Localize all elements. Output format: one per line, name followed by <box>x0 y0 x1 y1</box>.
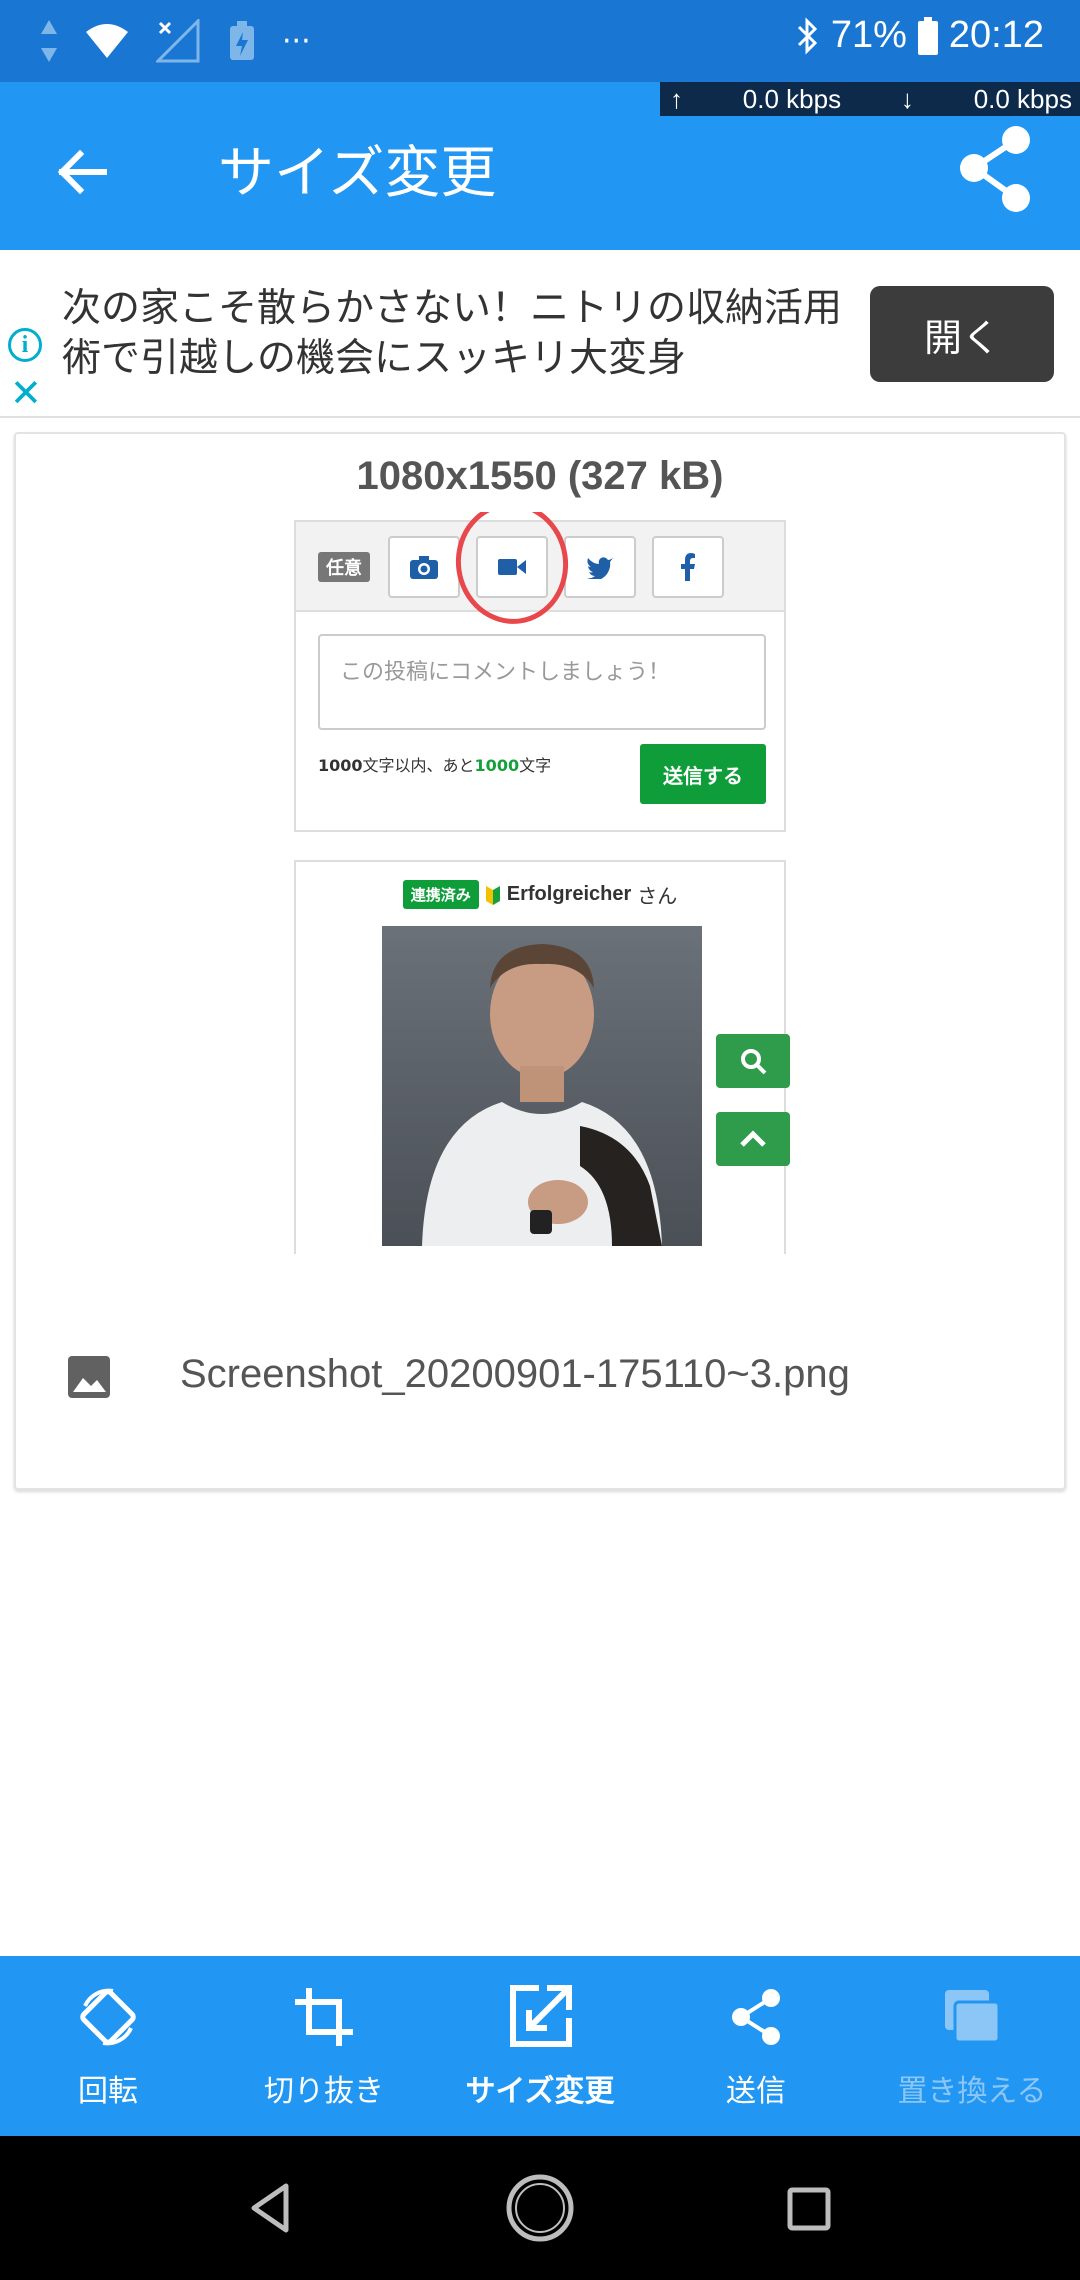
portrait-illustration <box>422 944 662 1246</box>
preview-facebook-button <box>652 536 724 598</box>
share-button[interactable] <box>950 118 1040 218</box>
nav-recents-icon[interactable] <box>786 2186 832 2232</box>
replace-icon <box>945 1990 1001 2044</box>
back-button[interactable] <box>44 132 124 212</box>
battery-percent: 71% <box>830 14 907 56</box>
chevron-up-icon <box>740 1130 766 1147</box>
upload-arrow-icon: ↑ <box>670 83 683 114</box>
resize-label: サイズ変更 <box>465 2074 615 2109</box>
data-transfer-icon <box>41 20 57 62</box>
preview-camera-button <box>388 536 460 598</box>
preview-send-button: 送信する <box>640 744 766 804</box>
clock: 20:12 <box>948 14 1044 56</box>
crop-label: 切り抜き <box>264 2074 384 2109</box>
preview-profile-photo <box>382 926 702 1246</box>
download-speed: 0.0 kbps <box>973 83 1072 114</box>
twitter-icon <box>587 557 613 579</box>
preview-toolbar: 任意 <box>296 512 784 632</box>
rotate-icon <box>80 1988 136 2046</box>
camera-icon <box>410 556 438 579</box>
nav-back-icon[interactable] <box>246 2182 296 2234</box>
preview-user-line: 連携済み Erfolgreicher さん <box>296 880 784 909</box>
preview-char-suffix: 文字 <box>519 756 552 775</box>
image-preview: 任意 この投稿にコメントしましょう！ 1000文字以内、あと1000文字 送信す… <box>290 512 790 1254</box>
ad-info-icon[interactable]: i <box>8 328 42 362</box>
preview-user-suffix: さん <box>637 886 678 908</box>
beginner-mark-icon <box>485 885 500 905</box>
preview-char-mid: 文字以内、あと <box>362 756 475 775</box>
preview-optional-tag: 任意 <box>318 552 370 582</box>
preview-char-limit: 1000 <box>318 756 363 775</box>
image-file-icon <box>68 1356 110 1398</box>
nav-home-icon[interactable] <box>504 2172 576 2244</box>
battery-icon <box>917 16 938 55</box>
crop-button[interactable]: 切り抜き <box>216 1956 432 2136</box>
preview-comment-box: 任意 この投稿にコメントしましょう！ 1000文字以内、あと1000文字 送信す… <box>294 512 786 832</box>
file-row: Screenshot_20200901-175110~3.png <box>14 1340 1066 1440</box>
send-label: 送信 <box>726 2074 786 2109</box>
preview-post: 連携済み Erfolgreicher さん <box>294 860 790 1254</box>
preview-char-count: 1000文字以内、あと1000文字 <box>318 752 551 776</box>
preview-user-name: Erfolgreicher <box>506 883 632 905</box>
status-left-icons: ··· <box>40 16 311 66</box>
send-button[interactable]: 送信 <box>648 1956 864 2136</box>
ad-banner[interactable]: i ✕ 次の家こそ散らかさない！ニトリの収納活用術で引越しの機会にスッキリ大変身… <box>0 250 1080 418</box>
preview-char-remaining: 1000 <box>474 756 520 775</box>
ad-open-button[interactable]: 開く <box>870 286 1054 382</box>
send-share-icon <box>732 1989 780 2045</box>
preview-twitter-button <box>564 536 636 598</box>
upload-speed: 0.0 kbps <box>742 83 842 114</box>
preview-comment-field: この投稿にコメントしましょう！ <box>318 634 766 730</box>
bluetooth-icon <box>797 16 817 55</box>
rotate-button[interactable]: 回転 <box>0 1956 216 2136</box>
wifi-icon <box>86 24 128 58</box>
replace-button[interactable]: 置き換える <box>864 1956 1080 2136</box>
preview-linked-badge: 連携済み <box>402 880 479 909</box>
battery-saver-icon <box>230 21 254 60</box>
signal-icon <box>156 19 200 63</box>
system-nav-bar <box>0 2136 1080 2280</box>
ad-close-icon[interactable]: ✕ <box>10 374 42 412</box>
status-right-icons: 71% 20:12 <box>795 14 1044 57</box>
facebook-icon <box>681 553 695 581</box>
red-circle-annotation <box>448 512 576 632</box>
share-icon <box>960 126 1030 212</box>
search-icon <box>741 1049 767 1075</box>
ad-text[interactable]: 次の家こそ散らかさない！ニトリの収納活用術で引越しの機会にスッキリ大変身 <box>62 284 842 384</box>
preview-search-button <box>716 1034 790 1088</box>
rotate-label: 回転 <box>78 2074 138 2109</box>
arrow-back-icon <box>57 149 107 195</box>
image-dimensions: 1080x1550 (327 kB) <box>356 454 724 498</box>
page-title: サイズ変更 <box>218 141 497 206</box>
bottom-action-bar: 回転 切り抜き サイズ変更 送信 置き換える <box>0 1956 1080 2136</box>
replace-label: 置き換える <box>897 2074 1047 2109</box>
preview-scroll-top-button <box>716 1112 790 1166</box>
network-speed-bar: ↑ 0.0 kbps ↓ 0.0 kbps <box>660 82 1080 116</box>
download-arrow-icon: ↓ <box>900 83 914 114</box>
resize-button[interactable]: サイズ変更 <box>432 1956 648 2136</box>
resize-icon <box>510 1985 572 2047</box>
more-notifications-icon: ··· <box>282 23 311 59</box>
status-bar: ··· 71% 20:12 <box>0 0 1080 82</box>
file-name: Screenshot_20200901-175110~3.png <box>180 1352 850 1396</box>
crop-icon <box>295 1988 353 2046</box>
